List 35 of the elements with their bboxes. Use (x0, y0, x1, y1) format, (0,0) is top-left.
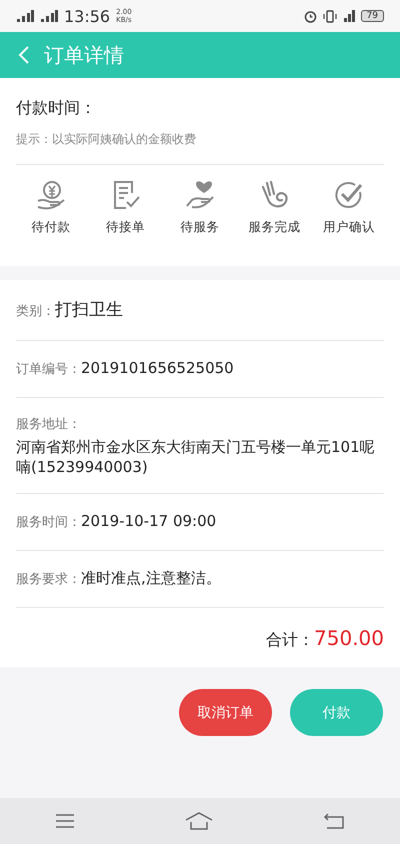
step-label: 待接单 (106, 219, 145, 236)
signal-icon (40, 10, 58, 22)
coin-hand-icon (35, 179, 67, 211)
field-value: 河南省郑州市金水区东大街南天门五号楼一单元101呢喃(15239940003) (16, 437, 376, 477)
vibrate-icon (322, 10, 337, 22)
field-label: 服务时间： (16, 514, 81, 531)
step-label: 服务完成 (248, 219, 300, 236)
payment-time-label: 付款时间： (16, 98, 97, 119)
signal-icon (342, 10, 355, 22)
step-label: 用户确认 (323, 219, 375, 236)
field-label: 服务地址： (16, 416, 81, 433)
cancel-order-button[interactable]: 取消订单 (179, 689, 272, 736)
field-value: 2019101656525050 (81, 359, 234, 377)
field-value: 准时准点,注意整洁。 (81, 569, 221, 588)
home-icon[interactable] (185, 812, 213, 830)
back-icon[interactable] (323, 813, 345, 829)
heart-hand-icon (184, 179, 216, 211)
menu-icon[interactable] (55, 813, 75, 829)
total-amount: 750.00 (314, 626, 384, 650)
alarm-icon (304, 10, 317, 22)
page-title: 订单详情 (44, 42, 124, 68)
field-label: 服务要求： (16, 571, 81, 588)
hint-text: 提示：以实际阿姨确认的金额收费 (16, 131, 384, 165)
field-label: 类别： (16, 303, 55, 320)
field-value: 2019-10-17 09:00 (81, 512, 216, 530)
step-label: 待服务 (180, 219, 220, 236)
status-time: 13:56 (64, 6, 110, 26)
step-label: 待付款 (32, 219, 70, 236)
total-label: 合计： (266, 630, 314, 651)
field-label: 订单编号： (16, 361, 81, 378)
field-value: 打扫卫生 (55, 299, 123, 321)
battery-level: 79 (360, 10, 384, 22)
pay-button[interactable]: 付款 (290, 689, 383, 736)
check-circle-icon (333, 179, 365, 211)
signal-icon (16, 10, 34, 22)
